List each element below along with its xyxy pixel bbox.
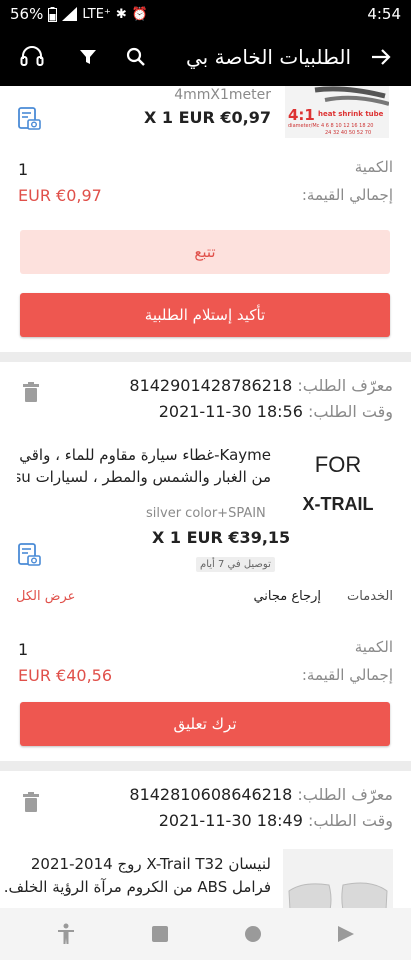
- delivery-badge: توصيل في 7 أيام: [196, 557, 275, 572]
- snapshot-icon[interactable]: [16, 542, 42, 572]
- clock: 4:54: [367, 5, 401, 23]
- thumb-ratio: 4:1: [288, 106, 315, 124]
- services-label: الخدمات: [347, 589, 393, 604]
- thumb-text-model: X-TRAIL: [302, 494, 374, 514]
- order-time-label: وقت الطلب:: [307, 811, 393, 830]
- status-bar: 56% LTE⁺ ✱ ⏰ 4:54: [0, 0, 411, 28]
- product-qty-price: X 1 EUR €0,97: [143, 108, 271, 127]
- orders-list[interactable]: 4mmX1meter X 1 EUR €0,97 4:1 heat shrink…: [0, 86, 411, 908]
- product-thumbnail[interactable]: 4:1 heat shrink tube diameter/Mc 4 6 8 1…: [285, 86, 389, 138]
- delete-order-icon[interactable]: [22, 792, 40, 816]
- order-id-row: معرّف الطلب: 8142810608646218: [129, 785, 393, 804]
- accessibility-icon[interactable]: [56, 923, 76, 945]
- product-thumbnail[interactable]: [283, 849, 393, 908]
- recents-icon[interactable]: [151, 925, 169, 943]
- signal-icon: [62, 7, 78, 21]
- product-title[interactable]: لنيسان X-Trail T32 روج 2014-2021 فرامل A…: [3, 853, 271, 899]
- alarm-icon: ⏰: [131, 6, 148, 22]
- order-time-label: وقت الطلب:: [307, 402, 393, 421]
- filter-icon[interactable]: [74, 43, 102, 71]
- total-value: EUR €40,56: [18, 666, 113, 685]
- search-icon[interactable]: [122, 43, 150, 71]
- product-thumbnail[interactable]: FOR X-TRAIL: [283, 442, 393, 552]
- order-card: معرّف الطلب: 8142901428786218 وقت الطلب:…: [0, 362, 411, 761]
- product-title-line-2: من الغبار والشمس والمطر ، لسيارات su...: [17, 468, 271, 486]
- product-variant: silver color+SPAIN: [146, 506, 266, 521]
- product-title-line-1: Kayme-غطاء سيارة مقاوم للماء ، واقي: [19, 446, 271, 464]
- thumb-text-for: FOR: [314, 452, 362, 477]
- product-title[interactable]: Kayme-غطاء سيارة مقاوم للماء ، واقي من ا…: [17, 444, 271, 488]
- back-triangle-icon[interactable]: [337, 925, 355, 943]
- bluetooth-icon: ✱: [115, 6, 127, 22]
- order-id-row: معرّف الطلب: 8142901428786218: [129, 376, 393, 395]
- thumb-caption: heat shrink tube: [318, 110, 384, 118]
- order-card: 4mmX1meter X 1 EUR €0,97 4:1 heat shrink…: [0, 86, 411, 352]
- total-label: إجمالي القيمة:: [301, 666, 393, 684]
- total-label: إجمالي القيمة:: [301, 186, 393, 204]
- order-card: معرّف الطلب: 8142810608646218 وقت الطلب:…: [0, 771, 411, 908]
- delete-order-icon[interactable]: [22, 382, 40, 406]
- support-headset-icon[interactable]: [18, 43, 46, 71]
- view-all-link[interactable]: عرض الكل: [16, 589, 75, 604]
- product-variant: 4mmX1meter: [174, 87, 271, 103]
- battery-percent: 56%: [10, 5, 44, 23]
- confirm-receipt-button[interactable]: تأكيد إستلام الطلبية: [20, 293, 390, 337]
- app-screen: 56% LTE⁺ ✱ ⏰ 4:54 الطلبيات الخاصة بي 4mm…: [0, 0, 411, 960]
- order-id: 8142901428786218: [129, 376, 293, 395]
- thumb-sizes-1: diameter/Mc 4 6 8 10 12 16 18 20: [288, 123, 374, 129]
- track-button[interactable]: تتبع: [20, 230, 390, 274]
- quantity-value: 1: [18, 160, 29, 179]
- thumb-sizes-2: 24 32 40 50 52 70: [325, 130, 372, 136]
- leave-review-button[interactable]: ترك تعليق: [20, 702, 390, 746]
- product-title-line-2: فرامل ABS من الكروم مرآة الرؤية الخلف.: [3, 878, 271, 896]
- app-bar: الطلبيات الخاصة بي: [0, 28, 411, 86]
- back-arrow-icon[interactable]: [367, 43, 395, 71]
- order-id-label: معرّف الطلب:: [297, 376, 393, 395]
- quantity-value: 1: [18, 640, 29, 659]
- home-icon[interactable]: [244, 925, 262, 943]
- mirror-cover-image: [288, 882, 388, 908]
- product-qty-price: X 1 EUR €39,15: [152, 528, 291, 547]
- heat-shrink-tube-image: [314, 86, 389, 106]
- quantity-label: الكمية: [354, 158, 393, 176]
- page-title: الطلبيات الخاصة بي: [186, 45, 351, 69]
- services-value: إرجاع مجاني: [253, 589, 321, 604]
- product-title-line-1: لنيسان X-Trail T32 روج 2014-2021: [30, 855, 271, 873]
- total-value: EUR €0,97: [18, 186, 102, 205]
- quantity-label: الكمية: [354, 638, 393, 656]
- order-id-label: معرّف الطلب:: [297, 785, 393, 804]
- order-id: 8142810608646218: [129, 785, 293, 804]
- system-nav-bar: [0, 908, 411, 960]
- order-time-row: وقت الطلب: 2021-11-30 18:49: [159, 811, 393, 830]
- order-time: 2021-11-30 18:49: [158, 811, 303, 830]
- order-time-row: وقت الطلب: 2021-11-30 18:56: [159, 402, 393, 421]
- network-type: LTE⁺: [82, 6, 111, 22]
- battery-icon: [48, 6, 58, 22]
- order-time: 2021-11-30 18:56: [158, 402, 303, 421]
- snapshot-icon[interactable]: [16, 106, 42, 136]
